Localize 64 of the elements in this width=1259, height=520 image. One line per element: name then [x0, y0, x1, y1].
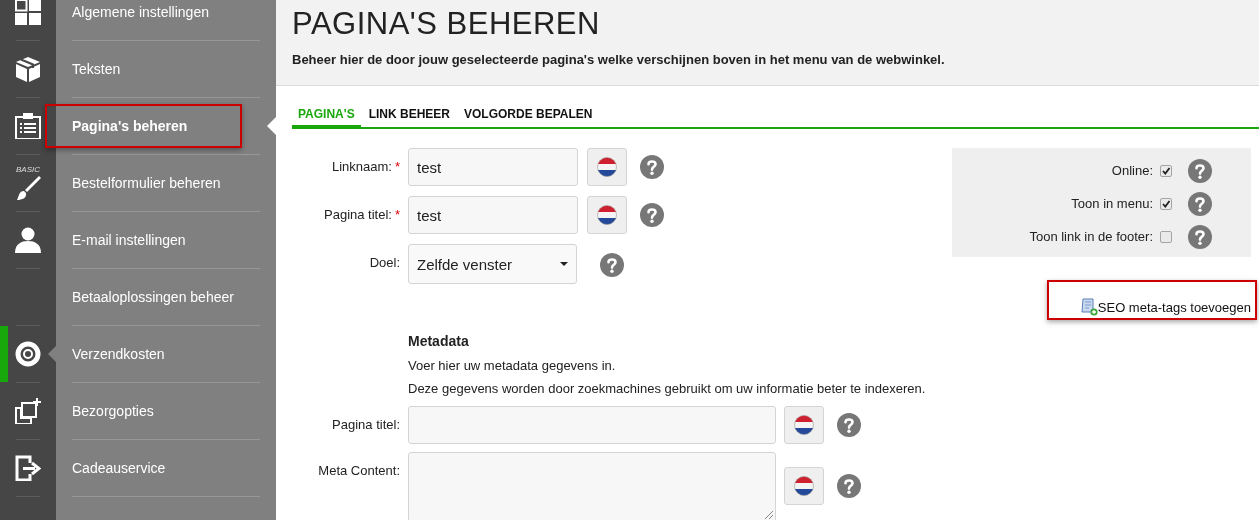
- help-icon: [1188, 191, 1212, 216]
- help-icon: [1188, 224, 1212, 249]
- field-label: Doel:: [369, 255, 400, 270]
- menu-item[interactable]: Verzendkosten: [72, 346, 165, 362]
- badge-label: BASIC: [16, 165, 40, 174]
- help-icon: [1188, 158, 1212, 183]
- option-label: Online:: [1111, 163, 1153, 178]
- field-label: Meta Content:: [318, 463, 400, 478]
- description-text: Deze gegevens worden door zoekmachines gebruikt om uw informatie beter te indexeren.: [408, 380, 927, 398]
- brush-icon: [15, 175, 41, 201]
- language-button[interactable]: [784, 467, 824, 505]
- help-icon: [837, 413, 861, 437]
- page-subtitle: Beheer hier de door jouw geselecteerde pagina's welke verschijnen boven in het menu van de webwinkel.: [292, 52, 946, 67]
- resize-handle: [764, 510, 774, 520]
- copy-plus-icon: [15, 398, 41, 424]
- tab[interactable]: PAGINA'S: [292, 101, 361, 129]
- box-icon: [15, 56, 41, 82]
- clipboard-icon: [15, 113, 41, 139]
- rail-item[interactable]: BASIC: [0, 155, 56, 211]
- menu-item[interactable]: Betaaloplossingen beheer: [72, 289, 234, 305]
- dropdown[interactable]: Zelfde venster: [408, 244, 577, 284]
- language-button[interactable]: [587, 148, 627, 186]
- field-label: Pagina titel:: [332, 417, 400, 432]
- checkbox[interactable]: [1160, 197, 1172, 210]
- page-title: PAGINA'S BEHEREN: [292, 5, 601, 42]
- grid-icon: [15, 0, 41, 25]
- input-field[interactable]: test: [408, 196, 578, 234]
- input-field[interactable]: test: [408, 148, 578, 186]
- tab[interactable]: LINK BEHEER: [362, 101, 456, 127]
- menu-item[interactable]: Teksten: [72, 61, 121, 77]
- language-button[interactable]: [587, 196, 627, 234]
- section-title: Metadata: [408, 333, 470, 349]
- flag-icon: [794, 415, 814, 435]
- field-label: Linknaam:: [331, 159, 392, 174]
- option-label: Toon in menu:: [1071, 196, 1153, 211]
- option-label: Toon link in de footer:: [1029, 229, 1153, 244]
- flag-icon: [597, 205, 617, 225]
- exit-icon: [15, 455, 41, 481]
- language-button[interactable]: [784, 406, 824, 444]
- document-add-icon: [1079, 298, 1098, 316]
- menu-item[interactable]: Pagina's beheren: [72, 118, 188, 134]
- menu-item[interactable]: Algemene instellingen: [72, 4, 209, 20]
- help-icon: [640, 155, 664, 179]
- checkbox[interactable]: [1160, 164, 1172, 177]
- help-icon: [837, 474, 861, 498]
- flag-icon: [794, 476, 814, 496]
- field-label: Pagina titel:: [324, 207, 392, 222]
- flag-icon: [597, 157, 617, 177]
- tab[interactable]: VOLGORDE BEPALEN: [458, 101, 599, 127]
- help-icon: [640, 203, 664, 227]
- description-text: Voer hier uw metadata gegevens in.: [408, 357, 617, 375]
- menu-item[interactable]: Cadeauservice: [72, 460, 166, 476]
- checkbox[interactable]: [1160, 230, 1172, 243]
- menu-item[interactable]: E-mail instellingen: [72, 232, 186, 248]
- menu-item[interactable]: Bezorgopties: [72, 403, 154, 419]
- required-mark: *: [394, 207, 400, 222]
- input-field[interactable]: [408, 406, 776, 444]
- seo-link[interactable]: SEO meta-tags toevoegen: [1079, 298, 1251, 316]
- target-icon: [15, 341, 41, 367]
- help-icon: [600, 253, 624, 277]
- menu-item[interactable]: Bestelformulier beheren: [72, 175, 221, 191]
- required-mark: *: [394, 159, 400, 174]
- caret-icon: [560, 262, 568, 266]
- person-icon: [15, 227, 41, 253]
